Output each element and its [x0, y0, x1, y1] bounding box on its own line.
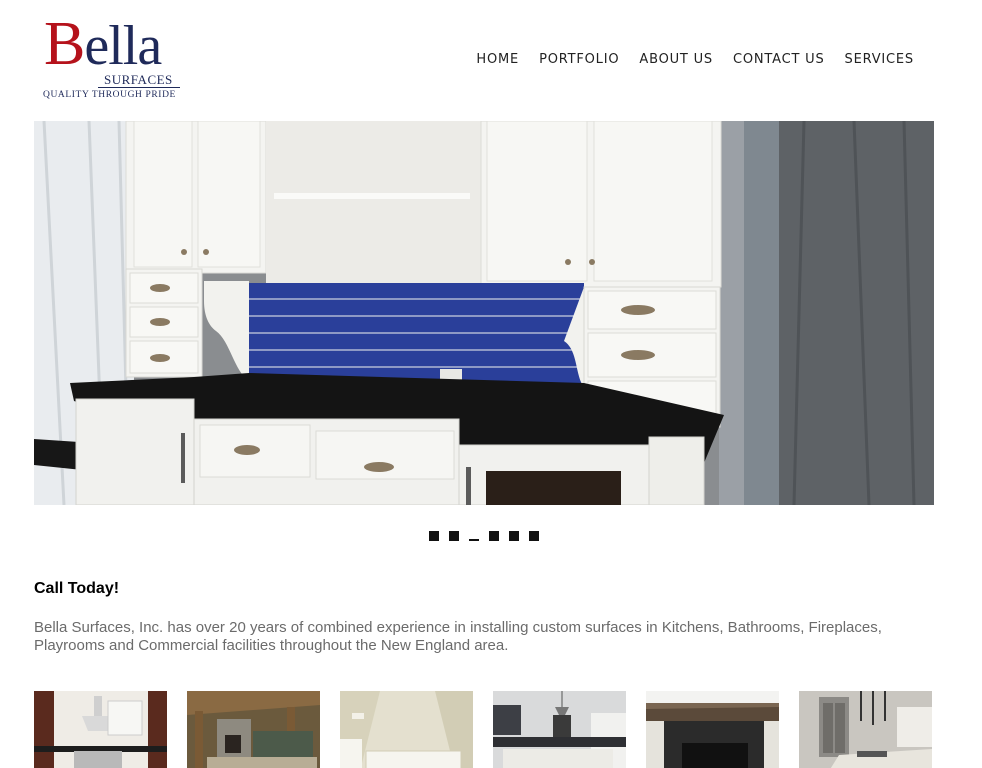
logo-name-rest: ella: [84, 15, 162, 77]
hero-slider-image[interactable]: [34, 121, 934, 505]
slider-dot-2[interactable]: [449, 531, 459, 541]
fireplace-photo: [646, 691, 779, 768]
nav-services[interactable]: SERVICES: [835, 52, 924, 68]
slider-pagination: [429, 531, 539, 541]
kitchen-hutch-photo: [34, 121, 934, 505]
slider-dot-3-active[interactable]: [469, 539, 479, 541]
kitchen-island-photo: [799, 691, 932, 768]
thumbnail-outdoor-kitchen[interactable]: [187, 691, 320, 768]
logo[interactable]: Bella SURFACES QUALITY THROUGH PRIDE: [42, 13, 182, 102]
logo-divider: [98, 87, 180, 88]
slider-dot-6[interactable]: [529, 531, 539, 541]
thumbnail-fireplace[interactable]: [646, 691, 779, 768]
main-nav: HOME PORTFOLIO ABOUT US CONTACT US SERVI…: [466, 52, 924, 68]
thumbnail-kitchen-island[interactable]: [799, 691, 932, 768]
logo-initial: B: [44, 10, 85, 78]
slider-dot-5[interactable]: [509, 531, 519, 541]
kitchen-range-photo: [34, 691, 167, 768]
portfolio-thumbnails: [34, 691, 932, 768]
bathroom-photo: [340, 691, 473, 768]
nav-home[interactable]: HOME: [466, 52, 529, 68]
thumbnail-bathroom[interactable]: [340, 691, 473, 768]
outdoor-kitchen-photo: [187, 691, 320, 768]
logo-tagline: QUALITY THROUGH PRIDE: [43, 90, 176, 100]
slider-dot-4[interactable]: [489, 531, 499, 541]
company-description: Bella Surfaces, Inc. has over 20 years o…: [34, 619, 882, 654]
thumbnail-modern-kitchen[interactable]: [493, 691, 626, 768]
thumbnail-kitchen-range[interactable]: [34, 691, 167, 768]
logo-sub: SURFACES: [104, 72, 173, 87]
logo-wordmark: Bella: [44, 13, 162, 77]
nav-about-us[interactable]: ABOUT US: [629, 52, 723, 68]
modern-kitchen-photo: [493, 691, 626, 768]
slider-dot-1[interactable]: [429, 531, 439, 541]
nav-contact-us[interactable]: CONTACT US: [723, 52, 835, 68]
call-today-heading: Call Today!: [34, 580, 120, 597]
nav-portfolio[interactable]: PORTFOLIO: [529, 52, 629, 68]
